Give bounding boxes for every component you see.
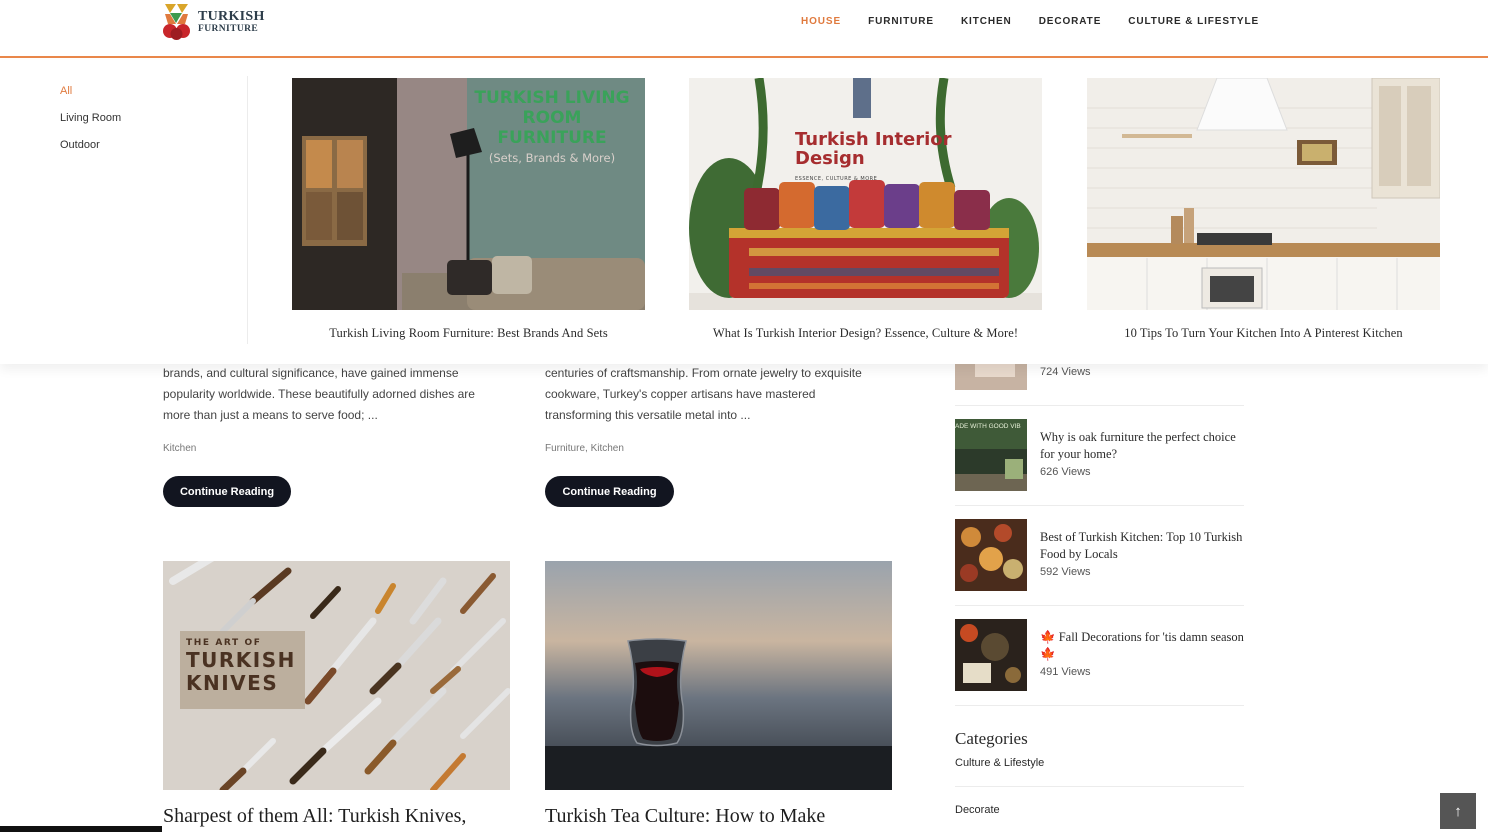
nav-item-house[interactable]: HOUSE <box>801 15 841 29</box>
mega-card-living-room[interactable]: TURKISH LIVING ROOM FURNITURE (Sets, Bra… <box>292 78 645 341</box>
mega-card-interior-design[interactable]: Turkish Interior Design ESSENCE, CULTURE… <box>689 78 1042 341</box>
category-link-decorate[interactable]: Decorate <box>955 804 1000 816</box>
popular-post-item[interactable]: ADE WITH GOOD VIB Why is oak furniture t… <box>955 406 1244 506</box>
popular-post-title[interactable]: Why is oak furniture the perfect choice … <box>1040 429 1244 463</box>
post-excerpt: brands, and cultural significance, have … <box>163 366 475 422</box>
mega-card-image-subheading: ESSENCE, CULTURE & MORE <box>795 176 878 182</box>
divider <box>955 786 1244 787</box>
popular-post-thumbnail[interactable] <box>955 619 1027 691</box>
nav-item-furniture[interactable]: FURNITURE <box>868 15 934 29</box>
post-title[interactable]: Sharpest of them All: Turkish Knives, <box>163 805 466 828</box>
mega-card-title[interactable]: What Is Turkish Interior Design? Essence… <box>689 326 1042 341</box>
mega-card-image[interactable] <box>1087 78 1440 310</box>
subcategory-all[interactable]: All <box>60 84 121 111</box>
site-logo[interactable]: TURKISH FURNITURE <box>163 3 273 41</box>
main-nav: HOUSE FURNITURE KITCHEN DECORATE CULTURE… <box>801 15 1286 29</box>
popular-post-views: 491 Views <box>1040 666 1091 678</box>
category-link-culture-lifestyle[interactable]: Culture & Lifestyle <box>955 757 1044 769</box>
mega-card-image-heading-1: TURKISH LIVING <box>474 88 630 108</box>
thumbnail-text: ADE WITH GOOD VIB <box>955 423 1021 430</box>
popular-post-views: 626 Views <box>1040 466 1091 478</box>
bottom-bar <box>0 826 162 832</box>
popular-post-thumbnail[interactable] <box>955 519 1027 591</box>
logo-tulip-icon <box>163 4 190 40</box>
mega-card-image-heading-2: ROOM FURNITURE <box>497 108 607 148</box>
arrow-up-icon: ↑ <box>1454 802 1462 820</box>
popular-post-views: 592 Views <box>1040 566 1091 578</box>
mega-card-image-subheading: (Sets, Brands & More) <box>488 151 616 165</box>
continue-reading-button[interactable]: Continue Reading <box>545 476 674 507</box>
post-title[interactable]: Turkish Tea Culture: How to Make <box>545 805 825 828</box>
mega-menu-dropdown: All Living Room Outdoor TURKISH LIVING R… <box>0 60 1488 364</box>
post-image-label-1: TURKISH <box>186 648 296 672</box>
post-image-label-small: THE ART OF <box>186 638 262 648</box>
maple-leaf-icon: 🍁 <box>1040 630 1056 644</box>
nav-item-decorate[interactable]: DECORATE <box>1039 15 1102 29</box>
mega-card-pinterest-kitchen[interactable]: 10 Tips To Turn Your Kitchen Into A Pint… <box>1087 78 1440 341</box>
popular-post-thumbnail[interactable]: ADE WITH GOOD VIB <box>955 419 1027 491</box>
nav-item-kitchen[interactable]: KITCHEN <box>961 15 1012 29</box>
categories-heading: Categories <box>955 729 1028 748</box>
mega-card-image[interactable]: Turkish Interior Design ESSENCE, CULTURE… <box>689 78 1042 310</box>
popular-post-views: 724 Views <box>1040 366 1091 378</box>
post-category[interactable]: Kitchen <box>163 443 196 454</box>
mega-card-title[interactable]: Turkish Living Room Furniture: Best Bran… <box>292 326 645 341</box>
popular-post-item[interactable]: 🍁 Fall Decorations for 'tis damn season … <box>955 606 1244 706</box>
post-category[interactable]: Furniture, Kitchen <box>545 443 624 454</box>
popular-post-title[interactable]: Best of Turkish Kitchen: Top 10 Turkish … <box>1040 529 1244 563</box>
nav-item-culture-lifestyle[interactable]: CULTURE & LIFESTYLE <box>1128 15 1259 29</box>
subcategory-outdoor[interactable]: Outdoor <box>60 138 121 165</box>
post-image-turkish-tea[interactable] <box>545 561 892 790</box>
subcategory-living-room[interactable]: Living Room <box>60 111 121 138</box>
mega-menu-subcategories: All Living Room Outdoor <box>60 84 121 165</box>
back-to-top-button[interactable]: ↑ <box>1440 793 1476 829</box>
popular-post-title[interactable]: 🍁 Fall Decorations for 'tis damn season … <box>1040 629 1244 663</box>
post-excerpt: centuries of craftsmanship. From ornate … <box>545 366 862 422</box>
popular-post-item[interactable]: Best of Turkish Kitchen: Top 10 Turkish … <box>955 506 1244 606</box>
continue-reading-button[interactable]: Continue Reading <box>163 476 291 507</box>
logo-subtitle: FURNITURE <box>198 23 259 34</box>
post-image-label-2: KNIVES <box>186 671 279 695</box>
mega-card-image-heading-2: Design <box>795 148 865 169</box>
mega-menu-divider <box>247 76 248 344</box>
mega-card-title[interactable]: 10 Tips To Turn Your Kitchen Into A Pint… <box>1087 326 1440 341</box>
post-image-turkish-knives[interactable]: THE ART OF TURKISH KNIVES <box>163 561 510 790</box>
mega-card-image[interactable]: TURKISH LIVING ROOM FURNITURE (Sets, Bra… <box>292 78 645 310</box>
maple-leaf-icon: 🍁 <box>1040 647 1056 661</box>
mega-card-image-heading-1: Turkish Interior <box>795 129 952 150</box>
site-header: TURKISH FURNITURE HOUSE FURNITURE KITCHE… <box>0 0 1488 58</box>
logo-title: TURKISH <box>198 8 265 24</box>
